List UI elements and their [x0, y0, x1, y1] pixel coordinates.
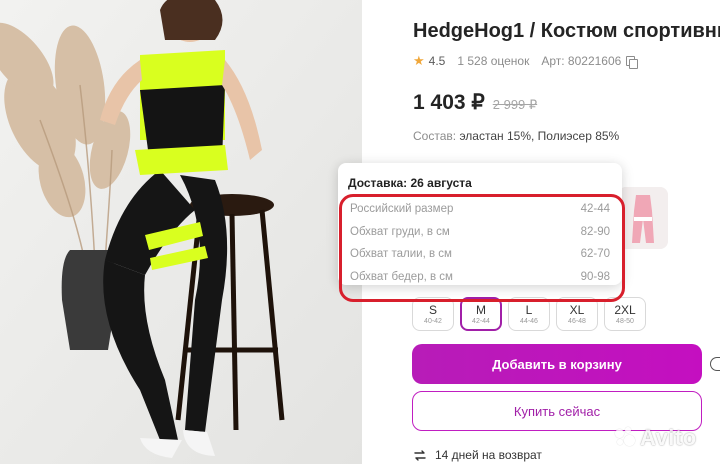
delivery-date: Доставка: 26 августа [348, 176, 472, 190]
price-row: 1 403 ₽ 2 999 ₽ [413, 90, 537, 115]
size-chart-row: Обхват груди, в см 82-90 [350, 221, 610, 244]
avito-watermark-text: Avito [640, 425, 697, 450]
article-number: Арт: 80221606 [541, 54, 622, 68]
color-thumbnail[interactable] [618, 187, 668, 249]
size-label: XL [569, 302, 585, 317]
add-to-cart-button[interactable]: Добавить в корзину [412, 344, 702, 384]
composition-value: эластан 15%, Полиэсер 85% [459, 129, 620, 143]
size-label: L [525, 302, 533, 317]
product-title: HedgeHog1 / Костюм спортивный [413, 20, 720, 42]
row-label: Обхват талии, в см [350, 248, 452, 261]
rating-value: 4.5 [428, 54, 446, 68]
size-selector: S 40-42 M 42-44 L 44-46 XL 46-48 2XL 48-… [412, 297, 646, 331]
size-option-s[interactable]: S 40-42 [412, 297, 454, 331]
size-chart-row: Обхват талии, в см 62-70 [350, 243, 610, 266]
row-value: 62-70 [580, 248, 610, 261]
product-photo-illustration [0, 0, 362, 464]
return-icon [414, 449, 426, 461]
size-label: S [428, 302, 437, 317]
size-chart-row: Российский размер 42-44 [350, 198, 610, 221]
size-option-xl[interactable]: XL 46-48 [556, 297, 598, 331]
size-tooltip: Доставка: 26 августа Российский размер 4… [338, 163, 625, 302]
size-chart-highlight: Российский размер 42-44 Обхват груди, в … [339, 194, 625, 302]
old-price: 2 999 ₽ [492, 97, 538, 112]
returns-text: 14 дней на возврат [435, 448, 542, 462]
product-meta: ★ 4.5 1 528 оценок Арт: 80221606 [413, 53, 639, 69]
size-range: 42-44 [472, 317, 490, 325]
row-value: 82-90 [580, 225, 610, 238]
size-range: 44-46 [520, 317, 538, 325]
size-label: 2XL [614, 302, 636, 317]
product-photo[interactable] [0, 0, 362, 464]
size-option-l[interactable]: L 44-46 [508, 297, 550, 331]
composition-label: Состав: [413, 129, 457, 143]
size-option-2xl[interactable]: 2XL 48-50 [604, 297, 646, 331]
composition: Состав: эластан 15%, Полиэсер 85% [413, 129, 619, 143]
avito-logo-icon [614, 427, 636, 449]
row-value: 42-44 [580, 203, 610, 216]
size-option-m[interactable]: M 42-44 [460, 297, 502, 331]
returns-info: 14 дней на возврат [413, 448, 542, 462]
row-value: 90-98 [580, 270, 610, 283]
size-chart-row: Обхват бедер, в см 90-98 [350, 266, 610, 289]
copy-icon[interactable] [626, 55, 639, 69]
size-range: 46-48 [568, 317, 586, 325]
size-range: 40-42 [424, 317, 442, 325]
size-label: M [476, 302, 486, 317]
avito-watermark: Avito [614, 425, 697, 451]
row-label: Обхват бедер, в см [350, 270, 453, 283]
size-range: 48-50 [616, 317, 634, 325]
side-panel-edge [710, 357, 720, 371]
star-icon: ★ [413, 53, 425, 68]
row-label: Российский размер [350, 203, 454, 216]
current-price: 1 403 ₽ [413, 91, 485, 114]
reviews-link[interactable]: 1 528 оценок [457, 54, 529, 68]
row-label: Обхват груди, в см [350, 225, 450, 238]
thumbnail-image [618, 187, 668, 249]
